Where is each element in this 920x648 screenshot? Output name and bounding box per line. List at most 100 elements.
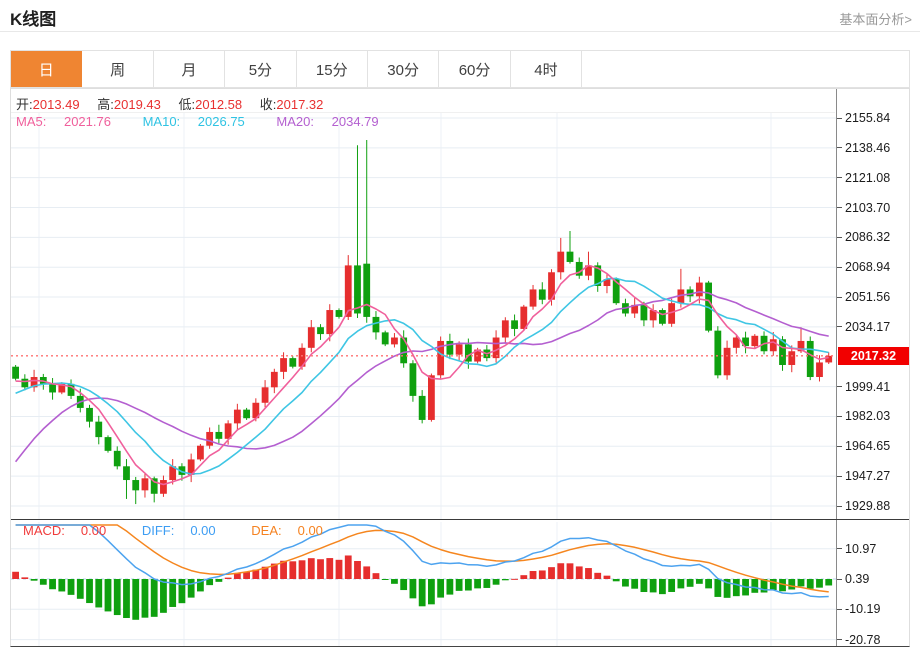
candle — [326, 310, 334, 335]
macd-bar-item — [566, 563, 574, 579]
candle — [640, 304, 648, 321]
macd-bar-item — [668, 579, 676, 592]
macd-axis-tick — [837, 548, 842, 550]
low-value: 2012.58 — [195, 97, 243, 112]
candle — [132, 480, 140, 491]
macd-bar-item — [58, 579, 66, 592]
candle — [317, 327, 324, 335]
candle — [538, 289, 546, 300]
macd-bar-item — [659, 579, 666, 595]
macd-bar-item — [695, 579, 703, 584]
close-value: 2017.32 — [276, 97, 324, 112]
macd-bar-item — [21, 577, 29, 579]
candle — [289, 358, 297, 367]
candle — [695, 282, 703, 297]
tab-filler — [582, 51, 909, 87]
macd-bar-item — [585, 568, 592, 579]
candle — [714, 330, 722, 376]
candle — [12, 366, 19, 379]
kline-chart-box: 开:2013.49 高:2019.43 低:2012.58 收:2017.32 … — [10, 88, 910, 647]
tab-week[interactable]: 周 — [82, 51, 154, 87]
tab-month[interactable]: 月 — [153, 51, 226, 87]
macd-bar-item — [76, 579, 84, 599]
fundamental-analysis-link[interactable]: 基本面分析> — [839, 9, 912, 28]
macd-bar-item — [86, 579, 93, 604]
ma10-line — [15, 277, 829, 475]
macd-bar-item — [95, 579, 103, 608]
price-axis-tick — [837, 505, 842, 507]
macd-bar-item — [326, 558, 334, 579]
macd-axis-label: 0.39 — [845, 572, 870, 586]
ma5-value: MA5: 2021.76 — [16, 114, 111, 129]
open-label: 开: — [16, 97, 33, 112]
tab-m5[interactable]: 5分 — [225, 51, 297, 87]
tab-h4[interactable]: 4时 — [510, 51, 583, 87]
macd-axis-tick — [837, 608, 842, 610]
price-axis-tick — [837, 147, 842, 149]
price-axis-label: 2086.32 — [845, 230, 891, 245]
macd-bar-item — [363, 566, 371, 579]
macd-axis-label: -20.78 — [845, 632, 881, 647]
candle — [391, 337, 398, 345]
candle — [825, 355, 833, 363]
tab-day[interactable]: 日 — [11, 51, 83, 87]
candle — [86, 407, 93, 422]
diff-value: DIFF: 0.00 — [141, 523, 216, 538]
candle — [49, 383, 56, 393]
dea-value: DEA: 0.00 — [251, 523, 323, 538]
macd-bar-item — [178, 579, 186, 604]
macd-bar-item — [104, 579, 112, 612]
price-axis-tick — [837, 266, 842, 268]
page-title: K线图 — [10, 10, 57, 29]
candle — [381, 332, 389, 345]
macd-bar-item — [409, 579, 417, 599]
macd-bar-item — [816, 579, 823, 588]
macd-bar-item — [381, 579, 389, 580]
candle — [659, 310, 666, 324]
price-axis-label: 1982.03 — [845, 409, 891, 424]
macd-bar-item — [418, 579, 426, 607]
macd-bar-item — [594, 572, 602, 579]
macd-bar-item — [483, 579, 491, 588]
tab-m30[interactable]: 30分 — [367, 51, 440, 87]
macd-bar-item — [12, 571, 19, 579]
price-axis-label: 1999.41 — [845, 379, 891, 394]
macd-bar-item — [428, 579, 435, 605]
macd-bar-item — [548, 567, 555, 579]
price-axis-tick — [837, 177, 842, 179]
candle — [816, 362, 823, 378]
candle — [141, 478, 149, 491]
macd-bar-item — [492, 579, 500, 585]
macd-axis-label: -10.19 — [845, 602, 881, 617]
high-value: 2019.43 — [113, 97, 161, 112]
macd-bar-item — [372, 573, 380, 579]
candle — [21, 378, 29, 388]
macd-bar-item — [714, 579, 722, 597]
macd-bar-item — [187, 579, 195, 598]
macd-bar-item — [806, 579, 814, 589]
candle — [113, 450, 121, 467]
macd-bar-item — [649, 579, 657, 593]
price-axis-label: 2034.17 — [845, 319, 891, 334]
ma-bar: MA5: 2021.76 MA10: 2026.75 MA20: 2034.79 — [16, 114, 407, 129]
macd-bar-item — [538, 570, 546, 579]
tab-m15[interactable]: 15分 — [296, 51, 368, 87]
candle — [446, 340, 454, 355]
macd-chart-svg[interactable] — [11, 522, 836, 646]
tab-m60[interactable]: 60分 — [439, 51, 511, 87]
price-axis-tick — [837, 445, 842, 447]
ohlc-bar: 开:2013.49 高:2019.43 低:2012.58 收:2017.32 — [16, 94, 337, 113]
candle — [280, 358, 287, 372]
macd-bar-item — [732, 579, 740, 597]
candle — [95, 421, 103, 438]
macd-bar-item — [335, 559, 343, 579]
macd-bar-item — [123, 579, 130, 618]
price-axis-tick — [837, 415, 842, 417]
macd-bar-item — [49, 579, 56, 590]
macd-bar-item — [243, 572, 250, 579]
price-axis-tick — [837, 117, 842, 119]
price-axis-tick — [837, 207, 842, 209]
main-chart-svg[interactable] — [11, 89, 836, 519]
macd-bar-item — [446, 579, 454, 595]
candle — [788, 351, 796, 365]
